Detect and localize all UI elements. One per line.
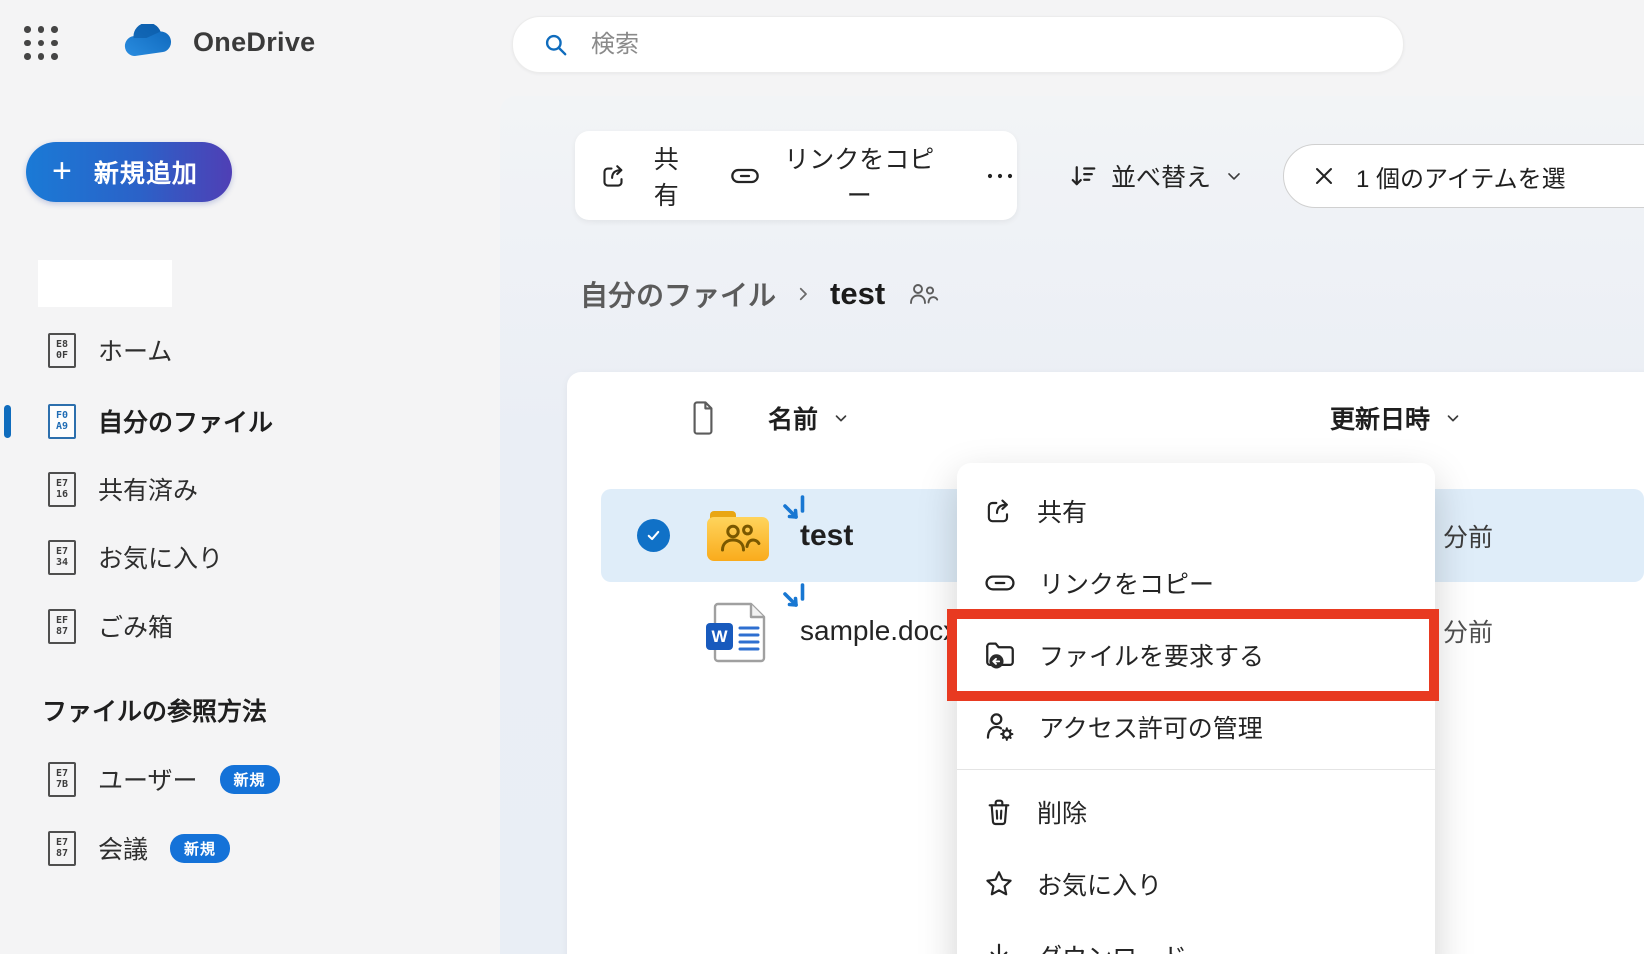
sidebar-item-recycle-bin[interactable]: EF87 ごみ箱 — [30, 592, 450, 660]
app-launcher-icon[interactable] — [24, 26, 58, 60]
menu-item-label: 削除 — [1037, 794, 1087, 830]
file-name[interactable]: test — [800, 489, 853, 582]
row-selected-checkbox[interactable] — [637, 519, 670, 552]
people-icon: E77B — [48, 762, 76, 797]
sidebar-item-label: ごみ箱 — [98, 608, 173, 644]
browse-files-heading: ファイルの参照方法 — [42, 692, 267, 728]
home-icon: E80F — [48, 333, 76, 368]
shared-icon: E716 — [48, 472, 76, 507]
share-button[interactable]: 共有 — [599, 140, 691, 212]
chevron-down-icon — [1224, 166, 1244, 186]
share-icon — [983, 495, 1015, 527]
menu-item-favorite[interactable]: お気に入り — [957, 848, 1435, 920]
recycle-bin-icon: EF87 — [48, 609, 76, 644]
search-bar[interactable] — [512, 16, 1404, 73]
selected-item-accent-bar — [4, 405, 11, 438]
file-request-folder-icon — [983, 638, 1017, 672]
file-name[interactable]: sample.docx — [800, 584, 957, 677]
person-gear-icon — [983, 710, 1017, 744]
menu-item-label: アクセス許可の管理 — [1039, 709, 1263, 745]
sidebar-item-meetings[interactable]: E787 会議 新規 — [30, 814, 450, 882]
menu-item-delete[interactable]: 削除 — [957, 776, 1435, 848]
breadcrumb: 自分のファイル test — [580, 274, 939, 314]
shared-folder-icon — [707, 510, 769, 561]
more-options-button[interactable] — [983, 161, 1017, 191]
modified-column-label: 更新日時 — [1330, 400, 1430, 436]
copy-link-button[interactable]: リンクをコピー — [729, 140, 945, 212]
chevron-down-icon — [1444, 409, 1462, 427]
download-icon — [983, 940, 1015, 954]
breadcrumb-current-folder[interactable]: test — [830, 276, 885, 312]
my-files-icon: F0A9 — [48, 404, 76, 439]
sidebar-item-label: 自分のファイル — [98, 403, 273, 439]
sort-label: 並べ替え — [1111, 158, 1211, 194]
sidebar-item-home[interactable]: E80F ホーム — [30, 316, 450, 384]
sort-icon — [1068, 161, 1098, 191]
search-input[interactable] — [591, 31, 1385, 59]
document-outline-icon — [688, 400, 718, 436]
plus-icon: + — [52, 154, 72, 188]
column-header-modified[interactable]: 更新日時 — [1330, 372, 1462, 464]
menu-item-request-files[interactable]: ファイルを要求する — [957, 619, 1435, 691]
column-header-name[interactable]: 名前 — [688, 372, 850, 464]
menu-item-label: ファイルを要求する — [1039, 637, 1264, 673]
sidebar-item-label: 共有済み — [98, 471, 198, 507]
sidebar-item-favorites[interactable]: E734 お気に入り — [30, 523, 450, 591]
selection-status-pill[interactable]: 1 個のアイテムを選 — [1283, 144, 1644, 208]
menu-item-label: 共有 — [1037, 493, 1087, 529]
new-badge: 新規 — [220, 765, 280, 794]
new-badge: 新規 — [170, 834, 230, 863]
add-new-button[interactable]: + 新規追加 — [26, 142, 232, 202]
context-menu: 共有 リンクをコピー ファイルを要求する — [957, 463, 1435, 954]
menu-item-manage-access[interactable]: アクセス許可の管理 — [957, 691, 1435, 763]
sidebar-item-label: お気に入り — [98, 539, 223, 575]
sidebar-item-my-files[interactable]: F0A9 自分のファイル — [30, 387, 450, 455]
file-modified-time: 分前 — [1443, 584, 1493, 677]
link-icon — [729, 160, 761, 192]
onedrive-brand[interactable]: OneDrive — [123, 24, 315, 60]
favorites-icon: E734 — [48, 540, 76, 575]
app-title: OneDrive — [193, 27, 315, 58]
menu-item-download[interactable]: ダウンロード — [957, 920, 1435, 954]
menu-item-label: お気に入り — [1037, 866, 1162, 902]
close-icon[interactable] — [1312, 164, 1336, 188]
ellipsis-icon — [983, 161, 1017, 191]
share-label: 共有 — [642, 140, 691, 212]
sidebar-item-label: 会議 — [98, 830, 148, 866]
command-bar: 共有 リンクをコピー — [575, 131, 1017, 220]
shared-people-icon — [907, 280, 939, 308]
word-logo-letter: W — [706, 623, 733, 650]
onedrive-cloud-icon — [123, 24, 177, 60]
menu-item-copy-link[interactable]: リンクをコピー — [957, 547, 1435, 619]
meetings-icon: E787 — [48, 831, 76, 866]
add-new-label: 新規追加 — [94, 154, 198, 190]
chevron-down-icon — [832, 409, 850, 427]
menu-item-label: リンクをコピー — [1039, 565, 1214, 601]
sidebar-item-people[interactable]: E77B ユーザー 新規 — [30, 745, 450, 813]
star-icon — [983, 868, 1015, 900]
trash-icon — [983, 796, 1015, 828]
sidebar-item-label: ホーム — [98, 332, 172, 368]
redacted-user-area — [38, 260, 172, 307]
breadcrumb-my-files[interactable]: 自分のファイル — [580, 274, 776, 314]
file-modified-time: 分前 — [1443, 489, 1493, 582]
word-document-icon: W — [706, 602, 772, 664]
menu-divider — [957, 769, 1435, 770]
name-column-label: 名前 — [768, 400, 818, 436]
link-icon — [983, 566, 1017, 600]
sort-button[interactable]: 並べ替え — [1068, 131, 1244, 220]
selection-status-label: 1 個のアイテムを選 — [1356, 159, 1566, 194]
menu-item-label: ダウンロード — [1037, 938, 1187, 954]
sidebar-item-shared[interactable]: E716 共有済み — [30, 455, 450, 523]
onedrive-window: OneDrive + 新規追加 E80F ホーム F0A9 自分のファイル E7… — [0, 0, 1644, 954]
chevron-right-icon — [794, 285, 812, 303]
copy-link-label: リンクをコピー — [774, 140, 945, 212]
sidebar-item-label: ユーザー — [98, 761, 198, 797]
share-icon — [599, 161, 629, 191]
search-icon — [543, 32, 569, 58]
menu-item-share[interactable]: 共有 — [957, 475, 1435, 547]
